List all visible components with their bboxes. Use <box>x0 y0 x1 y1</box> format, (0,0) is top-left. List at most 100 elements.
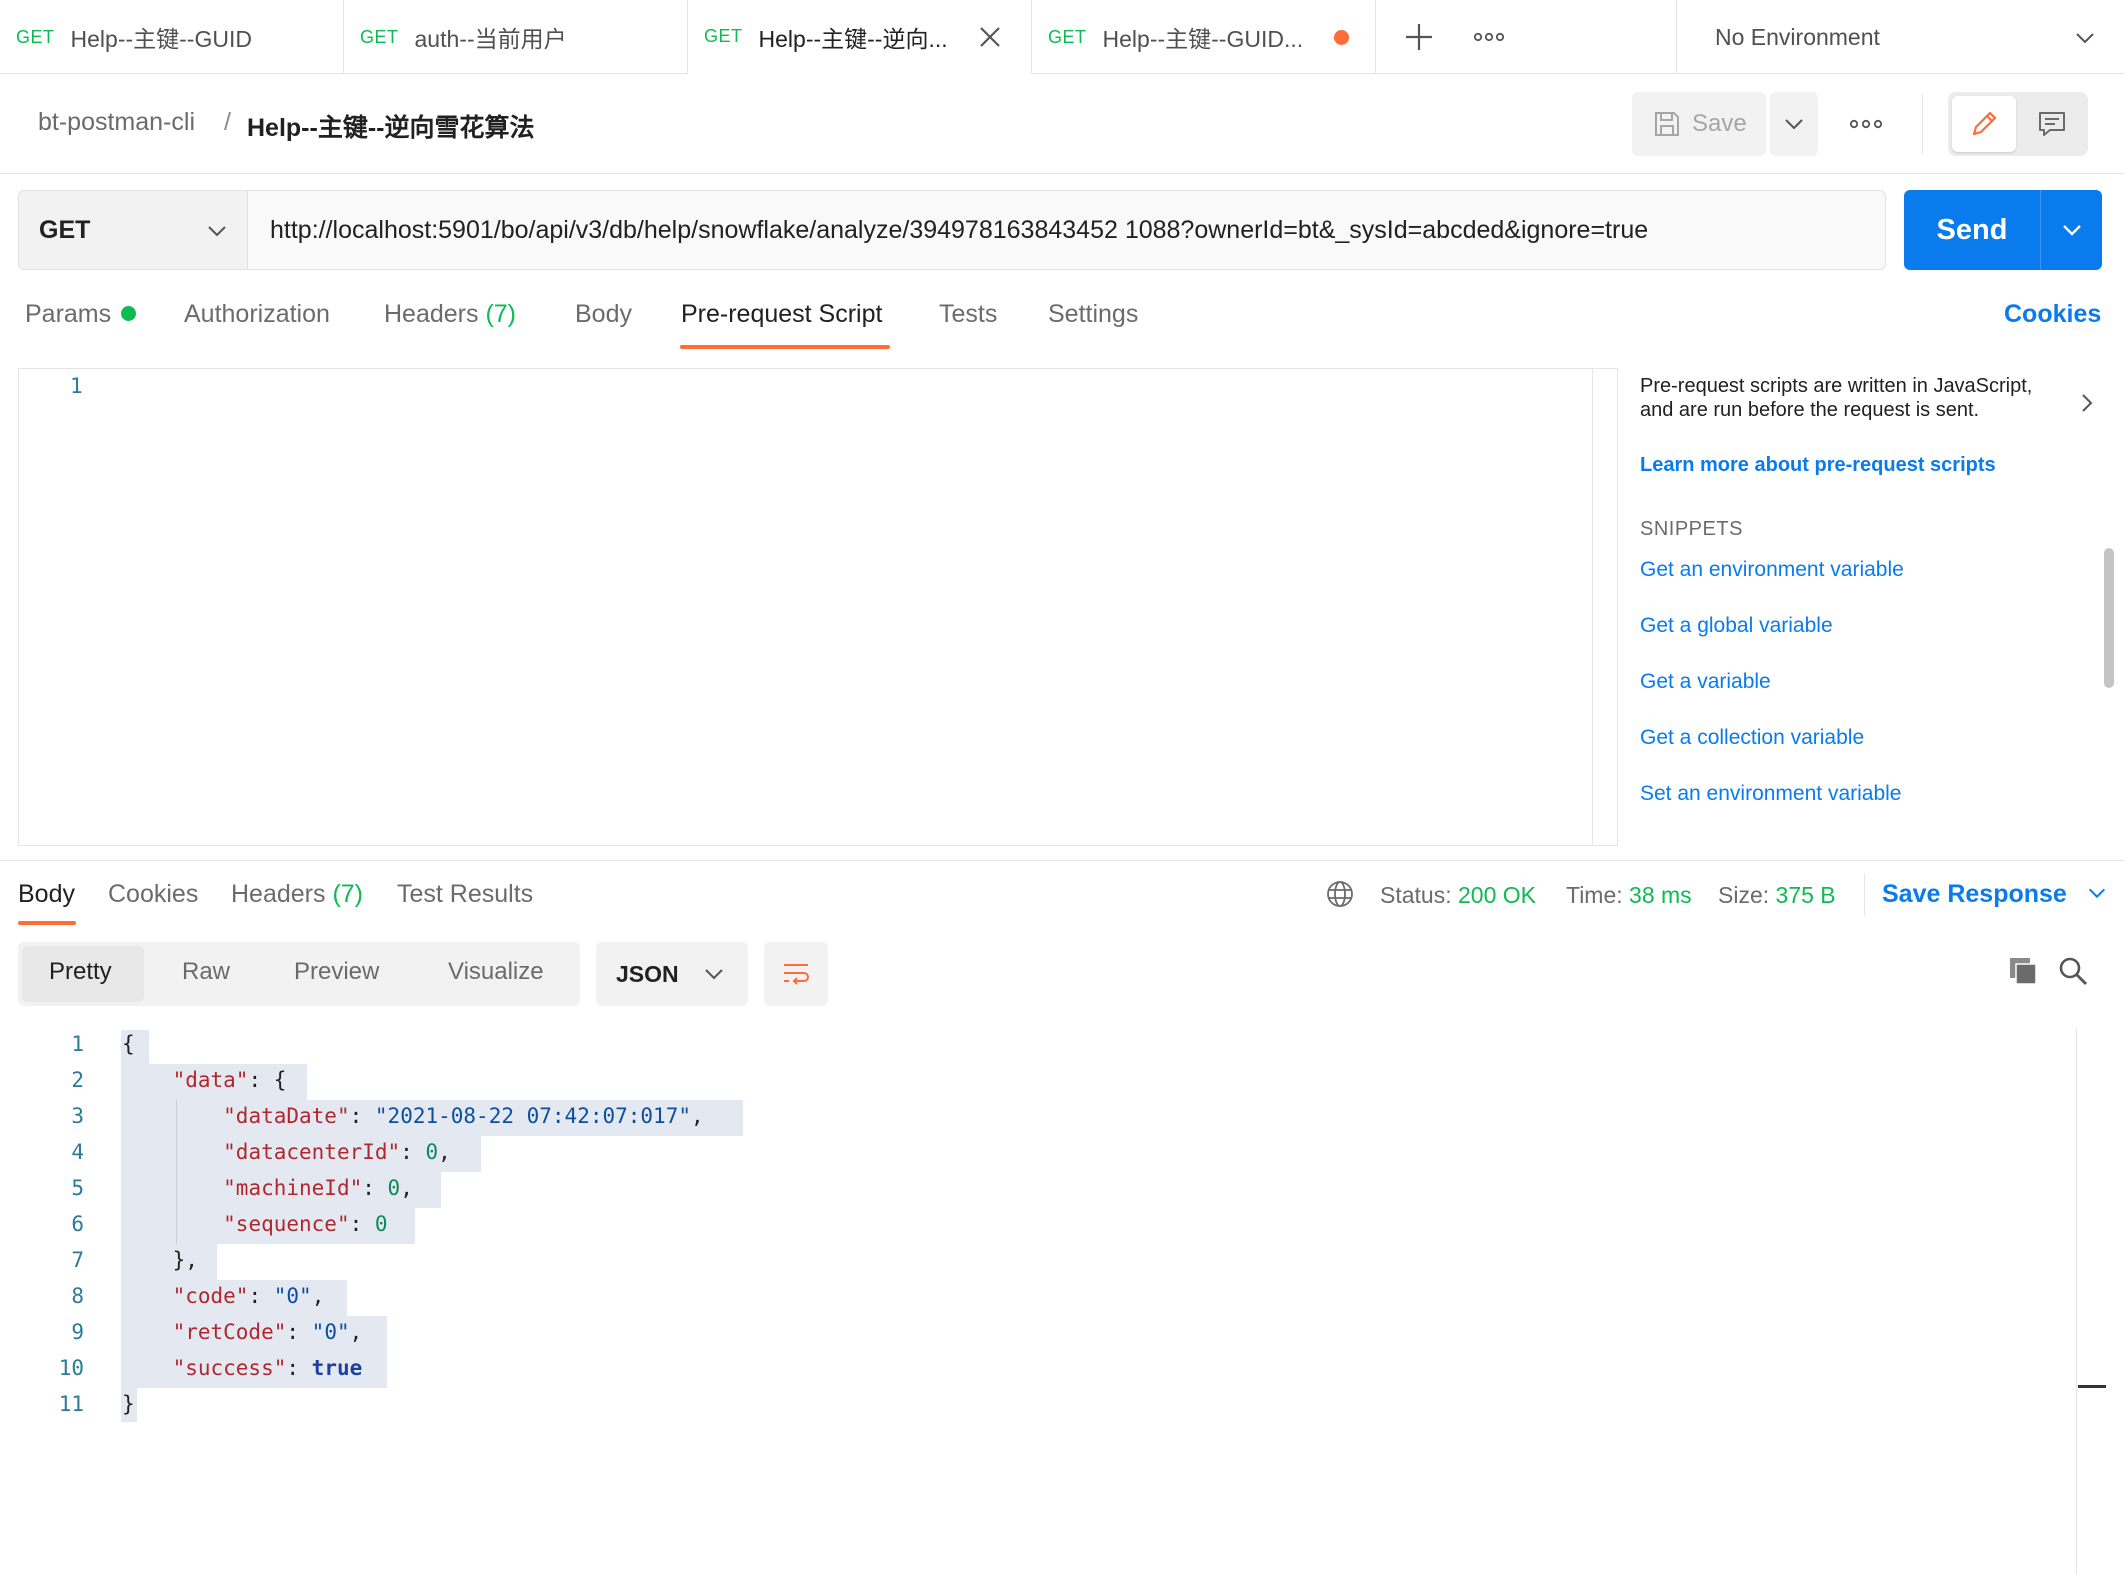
response-tab-headers[interactable]: Headers (7) <box>231 880 363 909</box>
url-input[interactable]: http://localhost:5901/bo/api/v3/db/help/… <box>248 190 1886 270</box>
response-tab-cookies[interactable]: Cookies <box>108 880 198 909</box>
snippet-link[interactable]: Get a variable <box>1640 670 1771 694</box>
json-value-machine-id: 0 <box>387 1176 401 1200</box>
tab-authorization[interactable]: Authorization <box>184 300 330 329</box>
snippet-link[interactable]: Get a global variable <box>1640 614 1833 638</box>
tab-label: Authorization <box>184 300 330 328</box>
cookies-link[interactable]: Cookies <box>2004 300 2101 329</box>
header-divider <box>1922 94 1923 154</box>
chevron-down-icon <box>2076 33 2094 44</box>
line-number: 8 <box>71 1284 84 1308</box>
request-tab[interactable]: GET Help--主键--GUID... <box>1032 0 1376 74</box>
tab-label: Body <box>575 300 632 328</box>
collapse-panel-chevron-icon[interactable] <box>2076 392 2098 414</box>
comment-icon <box>2039 112 2065 136</box>
learn-more-link[interactable]: Learn more about pre-request scripts <box>1640 454 1996 477</box>
format-select[interactable]: JSON <box>596 942 748 1006</box>
tab-method: GET <box>360 26 399 47</box>
tab-tests[interactable]: Tests <box>939 300 997 329</box>
response-tab-test-results[interactable]: Test Results <box>397 880 533 909</box>
save-response-label: Save Response <box>1882 880 2067 908</box>
tab-label: Params <box>25 300 112 328</box>
response-divider <box>0 860 2124 861</box>
environment-selector[interactable]: No Environment <box>1676 0 2124 74</box>
tab-label: Settings <box>1048 300 1139 328</box>
response-status: Status: 200 OK <box>1380 882 1536 909</box>
tab-settings[interactable]: Settings <box>1048 300 1138 329</box>
request-tab[interactable]: GET Help--主键--GUID <box>0 0 344 74</box>
snippets-heading: SNIPPETS <box>1640 518 1743 540</box>
tab-headers[interactable]: Headers (7) <box>384 300 516 329</box>
view-preview-button[interactable]: Preview <box>294 958 379 986</box>
snippet-link[interactable]: Get a collection variable <box>1640 726 1864 750</box>
tab-label: Headers <box>384 300 479 328</box>
comments-button[interactable] <box>2020 96 2084 152</box>
chevron-down-icon <box>208 226 226 237</box>
code-line: "datacenterId": 0, <box>223 1140 451 1164</box>
chevron-down-icon <box>705 969 723 980</box>
line-number: 3 <box>71 1104 84 1128</box>
chevron-down-icon <box>2088 889 2105 899</box>
snippet-link[interactable]: Get an environment variable <box>1640 558 1904 582</box>
code-line: "machineId": 0, <box>223 1176 413 1200</box>
headers-count: (7) <box>485 300 517 328</box>
tab-body[interactable]: Body <box>575 300 632 329</box>
page-title[interactable]: Help--主键--逆向雪花算法 <box>247 108 534 144</box>
time-label: Time: <box>1566 882 1623 908</box>
pencil-icon <box>1972 111 1997 136</box>
save-button[interactable]: Save <box>1632 92 1766 156</box>
view-raw-button[interactable]: Raw <box>182 958 230 986</box>
close-tab-icon[interactable] <box>975 22 1005 52</box>
view-visualize-button[interactable]: Visualize <box>448 958 544 986</box>
code-line: }, <box>122 1248 198 1272</box>
view-pretty-button[interactable]: Pretty <box>49 958 112 986</box>
snippets-scrollbar[interactable] <box>2104 548 2114 688</box>
line-number: 10 <box>58 1356 84 1380</box>
copy-icon[interactable] <box>2006 954 2040 988</box>
send-button[interactable]: Send <box>1904 190 2040 270</box>
more-tabs-icon[interactable] <box>1472 22 1506 52</box>
method-value: GET <box>39 215 91 244</box>
more-actions-icon[interactable] <box>1844 102 1888 146</box>
edit-mode-button[interactable] <box>1952 96 2016 152</box>
request-tab[interactable]: GET auth--当前用户 <box>344 0 688 74</box>
editor-line-number: 1 <box>70 374 83 398</box>
search-icon[interactable] <box>2056 954 2090 988</box>
format-value: JSON <box>616 960 679 987</box>
breadcrumb-collection[interactable]: bt-postman-cli <box>38 108 195 137</box>
snippet-link[interactable]: Set an environment variable <box>1640 782 1902 806</box>
tab-label: Help--主键--GUID <box>70 26 252 52</box>
size-value: 375 B <box>1775 882 1836 908</box>
tab-params[interactable]: Params <box>25 300 137 329</box>
line-number: 4 <box>71 1140 84 1164</box>
editor-scrollbar-track <box>1592 369 1593 845</box>
code-line: "dataDate": "2021-08-22 07:42:07:017", <box>223 1104 704 1128</box>
response-tab-body[interactable]: Body <box>18 880 75 909</box>
tab-label: Help--主键--GUID... <box>1102 26 1304 52</box>
json-value-success: true <box>311 1356 363 1380</box>
script-description: Pre-request scripts are written in JavaS… <box>1640 375 2033 421</box>
active-tab-indicator <box>680 345 890 349</box>
chevron-down-icon <box>2063 225 2081 236</box>
tab-pre-request-script[interactable]: Pre-request Script <box>681 300 882 329</box>
line-number: 5 <box>71 1176 84 1200</box>
line-number: 9 <box>71 1320 84 1344</box>
request-tab-active[interactable]: GET Help--主键--逆向... <box>688 0 1032 74</box>
tab-label: Body <box>18 880 75 908</box>
response-scrollbar-track <box>2076 1028 2077 1574</box>
new-tab-plus-icon[interactable] <box>1402 20 1436 54</box>
url-value: http://localhost:5901/bo/api/v3/db/help/… <box>270 215 1649 244</box>
send-options-button[interactable] <box>2040 190 2102 270</box>
code-line: { <box>122 1032 135 1056</box>
tab-label: Pre-request Script <box>681 300 883 328</box>
params-active-dot-icon <box>121 305 137 321</box>
script-editor[interactable] <box>18 368 1618 846</box>
save-label: Save <box>1692 110 1747 137</box>
code-line: "success": true <box>172 1356 363 1380</box>
globe-icon[interactable] <box>1324 878 1356 910</box>
save-options-button[interactable] <box>1770 92 1818 156</box>
save-response-button[interactable]: Save Response <box>1882 880 2108 909</box>
wrap-text-icon <box>784 964 809 985</box>
wrap-lines-button[interactable] <box>764 942 828 1006</box>
method-select[interactable]: GET <box>18 190 248 270</box>
